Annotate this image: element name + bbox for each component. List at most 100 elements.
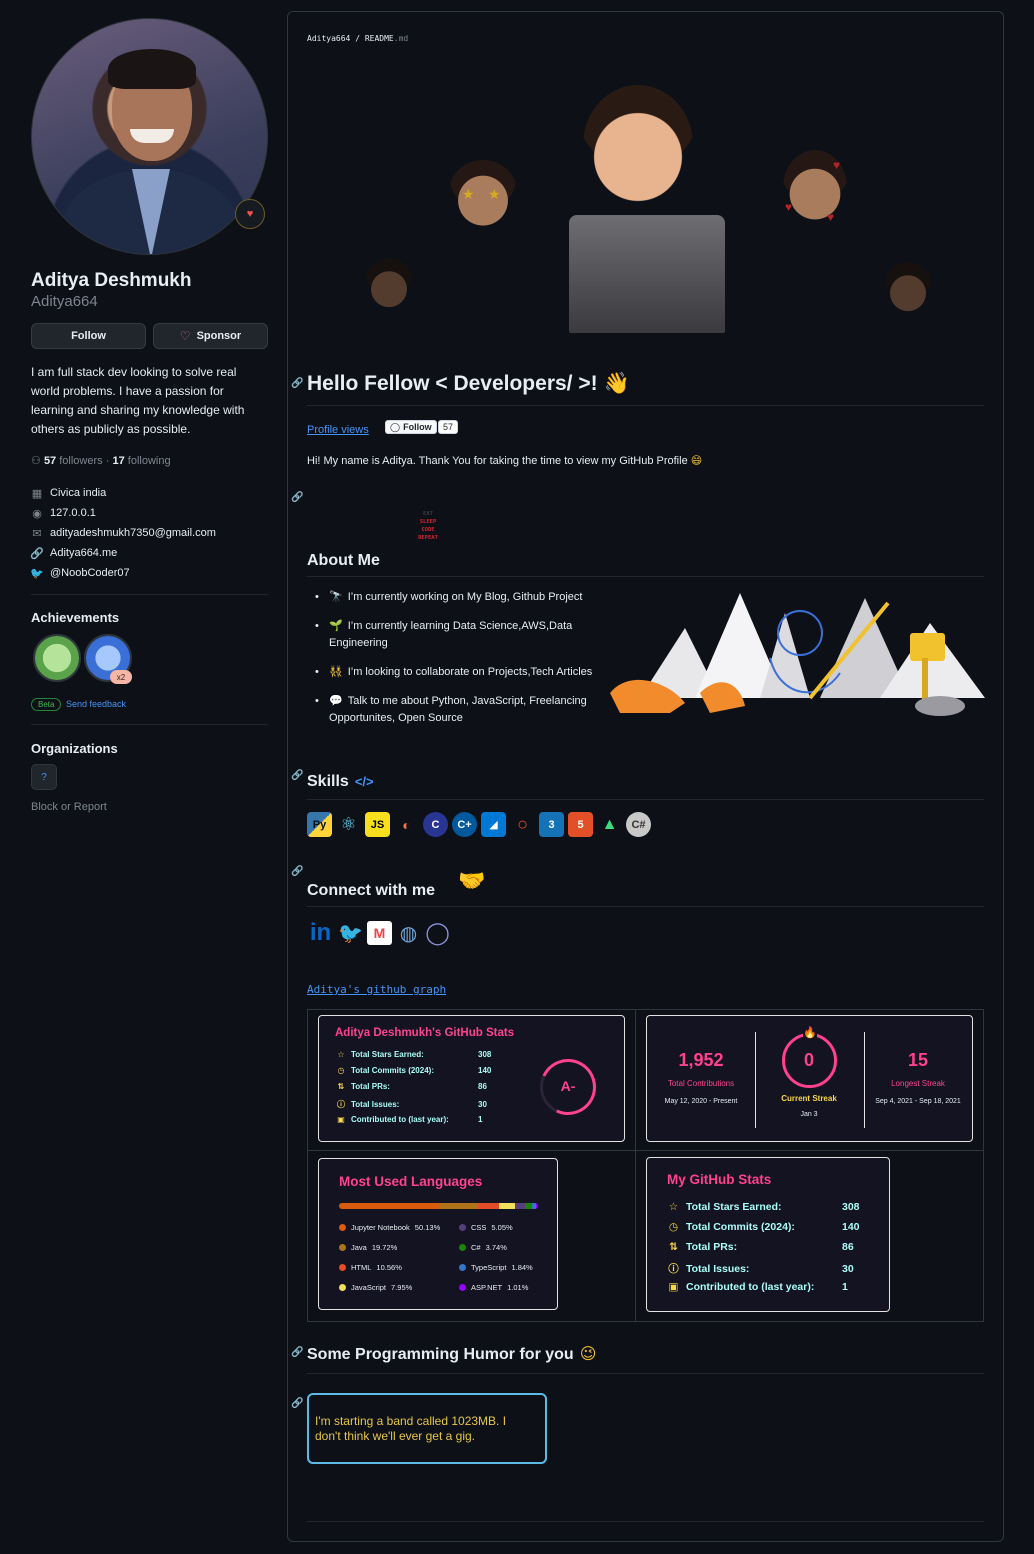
website-text[interactable]: Aditya664.me [50,547,117,559]
github-follow-badge[interactable]: ◯ Follow [385,420,437,434]
pull-request-icon: ⇅ [337,1082,345,1091]
achievements-title[interactable]: Achievements [31,610,119,625]
about-list: 🔭 I’m currently working on My Blog, Githu… [315,589,605,739]
stat-label: Total Commits (2024): [351,1066,434,1075]
css3-icon[interactable]: 3 [539,812,564,837]
building-icon: ▦ [31,487,43,500]
hello-heading-text: Hello Fellow < Developers/ >! [307,372,598,395]
azure-icon[interactable]: ◢ [481,812,506,837]
anchor-link-icon[interactable]: 🔗 [291,492,303,503]
react-icon[interactable]: ⚛ [336,812,361,837]
linkedin-icon[interactable]: in [307,919,334,946]
organization-avatar-icon[interactable]: ? [31,764,57,790]
stat-value: 308 [842,1201,860,1213]
profile-email[interactable]: ✉ adityadeshmukh7350@gmail.com [31,527,216,540]
eat-sleep-code-repeat-gif: EAT SLEEP CODE REPEAT [414,510,442,542]
about-item-text: I’m looking to collaborate on Projects,T… [347,666,593,678]
medium-icon[interactable]: M [367,921,392,945]
following-label: following [127,455,171,467]
cplusplus-icon[interactable]: C+ [452,812,477,837]
followers-link[interactable]: 57 followers [44,455,103,467]
intro-text: Hi! My name is Aditya. Thank You for tak… [307,454,702,467]
status-heart-icon[interactable]: ♥ [235,199,265,229]
stat-value: 30 [478,1100,487,1109]
anchor-link-icon[interactable]: 🔗 [291,770,303,781]
stat-value: 1 [478,1115,483,1124]
github-graph-link[interactable]: Aditya's github graph [307,983,446,996]
anchor-link-icon[interactable]: 🔗 [291,1398,303,1409]
email-text[interactable]: adityadeshmukh7350@gmail.com [50,527,216,539]
sponsor-button[interactable]: ♡ Sponsor [153,323,268,349]
badge-multiplier: x2 [110,670,132,684]
github-icon[interactable]: ◯ [425,920,450,946]
signpost-pole [922,658,928,703]
send-feedback-link[interactable]: Send feedback [66,699,126,709]
python-icon[interactable]: Py [307,812,332,837]
octocat-mountain-illustration [610,593,985,716]
profile-website[interactable]: 🔗 Aditya664.me [30,547,117,560]
language-item: HTML 10.56% [339,1263,402,1272]
stats-card-title: Aditya Deshmukh's GitHub Stats [335,1027,515,1039]
c-icon[interactable]: C [423,812,448,837]
language-bar-segment [524,1203,533,1209]
smile-emoji: 😄 [690,455,703,467]
anchor-link-icon[interactable]: 🔗 [291,378,303,389]
twitter-icon[interactable]: 🐦 [338,920,363,946]
organizations-title: Organizations [31,741,118,756]
android-icon[interactable]: ▲ [597,812,622,837]
profile-views-badge[interactable]: Profile views [307,424,369,436]
language-dot [339,1264,346,1271]
language-pct: 19.72% [371,1243,398,1252]
anchor-link-icon[interactable]: 🔗 [291,1347,303,1358]
language-name: Java [351,1243,367,1252]
stat-label: Total Issues: [686,1262,750,1275]
joke-text: I'm starting a band called 1023MB. I don… [315,1414,507,1443]
github-icon: ◯ [390,421,401,432]
clock-icon: ◷ [668,1221,679,1233]
heart-icon: ♡ [179,329,191,343]
rock-shape [915,696,965,716]
follow-button[interactable]: Follow [31,323,146,349]
language-item: ASP.NET 1.01% [459,1283,528,1292]
pair-extraordinaire-badge-icon[interactable] [33,634,81,682]
profile-twitter[interactable]: 🐦 @NoobCoder07 [30,567,130,580]
beta-label: Beta [31,698,62,711]
swift-icon[interactable]: ◐ [394,812,419,837]
connect-heading-text: Connect with me [307,882,436,899]
stat-value: 86 [478,1082,487,1091]
memoji-right-icon [884,262,932,314]
profile-avatar[interactable] [31,18,268,255]
star-eyes-memoji-icon: ★ ★ [448,160,518,230]
divider [31,724,268,725]
anchor-link-icon[interactable]: 🔗 [291,866,303,877]
javascript-icon[interactable]: JS [365,812,390,837]
language-dot [459,1244,466,1251]
memoji-left-icon [365,258,413,310]
total-contributions: 1,952 [678,1050,724,1070]
language-item: C# 3.74% [459,1243,507,1252]
stat-row: ⇅ Total PRs: 86 [335,1082,487,1091]
pytorch-icon[interactable]: ○ [510,812,535,837]
location-icon: ◉ [32,507,42,520]
code-icon: </> [354,774,374,789]
stat-row: ⓘ Total Issues: 30 [667,1261,853,1276]
divider [31,594,268,595]
following-link[interactable]: 17 following [112,455,170,467]
csharp-icon[interactable]: C# [626,812,651,837]
star-icon: ★ [462,186,475,202]
stat-value: 30 [842,1262,854,1275]
sponsor-button-label: Sponsor [196,330,242,342]
laptop-icon [569,215,725,333]
github-follow-count[interactable]: 57 [438,420,459,434]
stat-label: Total Stars Earned: [686,1201,782,1213]
language-name: ASP.NET [471,1283,503,1292]
website-icon[interactable]: ◍ [396,920,421,946]
path-separator: / [355,34,361,43]
html5-icon[interactable]: 5 [568,812,593,837]
block-report-link[interactable]: Block or Report [31,801,107,813]
readme-owner[interactable]: Aditya664 [307,34,350,43]
star-icon: ☆ [668,1201,679,1213]
twitter-text[interactable]: @NoobCoder07 [50,567,130,579]
heading-rule [307,405,984,406]
stat-value: 140 [842,1221,860,1233]
